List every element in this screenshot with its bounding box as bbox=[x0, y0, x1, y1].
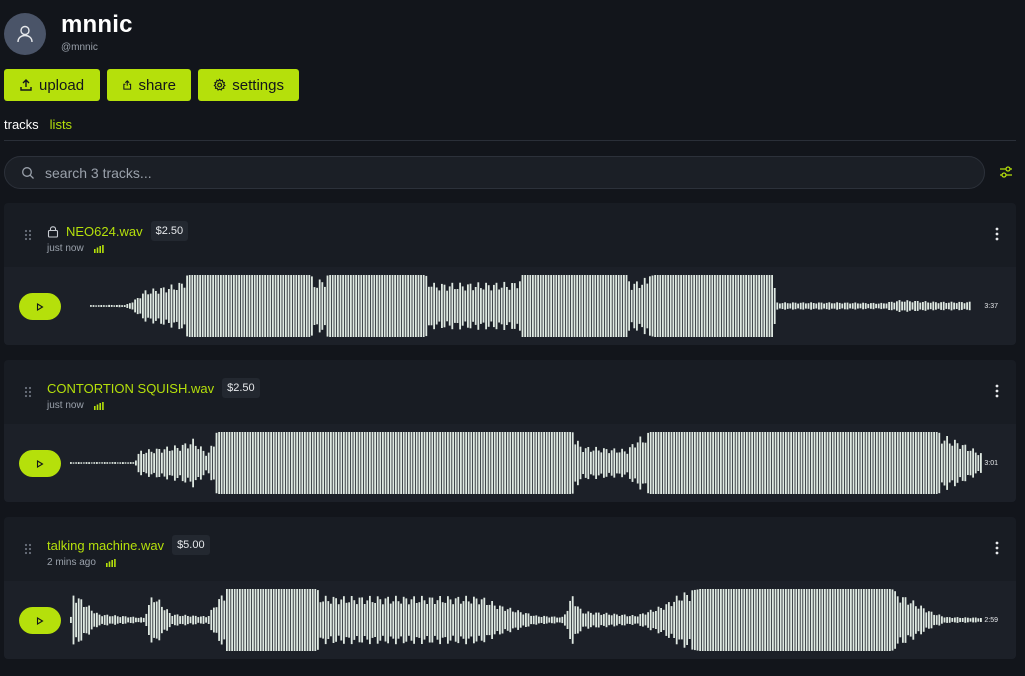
play-icon bbox=[36, 302, 44, 311]
more-options-icon[interactable] bbox=[995, 541, 999, 555]
track-title[interactable]: talking machine.wav bbox=[47, 538, 164, 553]
play-icon bbox=[36, 616, 44, 625]
tab-lists[interactable]: lists bbox=[50, 117, 72, 132]
share-button[interactable]: share bbox=[107, 69, 191, 101]
track-header: NEO624.wav $2.50 just now bbox=[4, 203, 1016, 267]
share-label: share bbox=[138, 76, 176, 94]
track-player: 2:59 bbox=[4, 581, 1016, 659]
track-duration: 2:59 bbox=[984, 617, 998, 624]
profile-tabs: tracks lists bbox=[4, 117, 72, 132]
track-duration: 3:01 bbox=[984, 460, 998, 467]
upload-time: 2 mins ago bbox=[47, 557, 96, 568]
avatar[interactable] bbox=[4, 13, 46, 55]
display-name: mnnic bbox=[61, 11, 133, 38]
tabs-divider bbox=[4, 140, 1016, 141]
signal-bars-icon bbox=[93, 244, 104, 253]
user-icon bbox=[17, 25, 33, 43]
upload-icon bbox=[20, 79, 32, 91]
settings-button[interactable]: settings bbox=[198, 69, 299, 101]
share-icon bbox=[123, 80, 132, 90]
more-options-icon[interactable] bbox=[995, 384, 999, 398]
play-button[interactable] bbox=[19, 607, 61, 634]
lock-icon bbox=[47, 225, 59, 238]
track-player: 3:37 bbox=[4, 267, 1016, 345]
track-title[interactable]: NEO624.wav bbox=[66, 224, 143, 239]
track-card: NEO624.wav $2.50 just now 3:37 bbox=[4, 203, 1016, 345]
upload-button[interactable]: upload bbox=[4, 69, 100, 101]
search-icon bbox=[22, 166, 34, 179]
signal-bars-icon bbox=[105, 558, 116, 567]
play-button[interactable] bbox=[19, 450, 61, 477]
drag-handle-icon[interactable] bbox=[24, 229, 32, 241]
track-header: CONTORTION SQUISH.wav $2.50 just now bbox=[4, 360, 1016, 424]
signal-bars-icon bbox=[93, 401, 104, 410]
more-options-icon[interactable] bbox=[995, 227, 999, 241]
waveform[interactable] bbox=[70, 587, 982, 653]
track-card: CONTORTION SQUISH.wav $2.50 just now 3:0… bbox=[4, 360, 1016, 502]
price-badge: $2.50 bbox=[222, 378, 260, 398]
drag-handle-icon[interactable] bbox=[24, 543, 32, 555]
filter-icon[interactable] bbox=[998, 164, 1014, 180]
profile-actions: upload share settings bbox=[4, 69, 299, 101]
settings-label: settings bbox=[232, 76, 284, 94]
drag-handle-icon[interactable] bbox=[24, 386, 32, 398]
price-badge: $2.50 bbox=[150, 221, 189, 241]
waveform[interactable] bbox=[70, 430, 982, 496]
tab-tracks[interactable]: tracks bbox=[4, 117, 39, 132]
price-badge: $5.00 bbox=[172, 535, 210, 555]
upload-time: just now bbox=[47, 400, 84, 411]
user-handle: @mnnic bbox=[61, 42, 98, 53]
track-player: 3:01 bbox=[4, 424, 1016, 502]
upload-label: upload bbox=[39, 76, 85, 94]
profile-header: mnnic @mnnic bbox=[4, 11, 133, 56]
track-title[interactable]: CONTORTION SQUISH.wav bbox=[47, 381, 214, 396]
search-input[interactable] bbox=[45, 164, 845, 181]
play-button[interactable] bbox=[19, 293, 61, 320]
track-card: talking machine.wav $5.00 2 mins ago 2:5… bbox=[4, 517, 1016, 659]
upload-time: just now bbox=[47, 243, 84, 254]
search-bar bbox=[4, 156, 985, 189]
gear-icon bbox=[213, 78, 226, 91]
track-header: talking machine.wav $5.00 2 mins ago bbox=[4, 517, 1016, 581]
track-duration: 3:37 bbox=[984, 303, 998, 310]
play-icon bbox=[36, 459, 44, 468]
waveform[interactable] bbox=[70, 273, 982, 339]
